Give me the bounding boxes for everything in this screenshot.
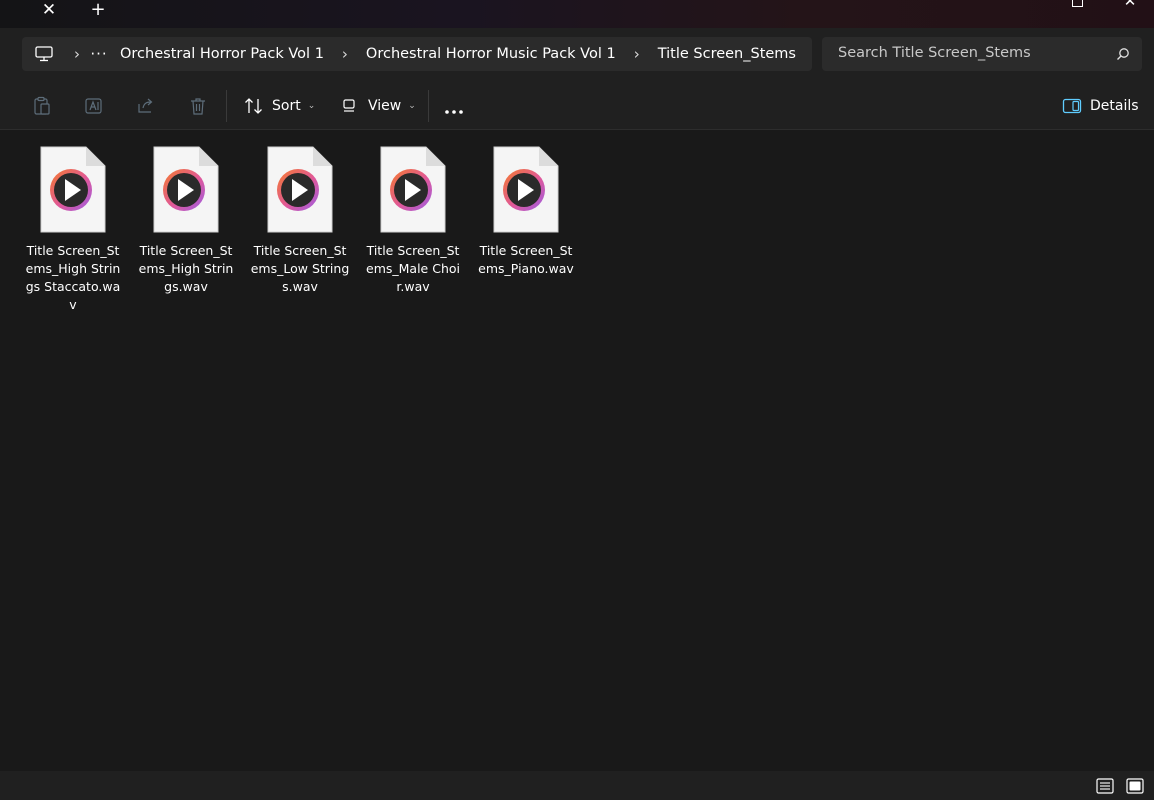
toolbar-divider bbox=[226, 90, 227, 122]
file-name: Title Screen_Stems_Male Choir.wav bbox=[366, 243, 460, 294]
file-name: Title Screen_Stems_High Strings Staccato… bbox=[25, 243, 121, 312]
search-input[interactable]: Search Title Screen_Stems bbox=[838, 45, 1031, 61]
file-name: Title Screen_Stems_High Strings.wav bbox=[138, 243, 234, 294]
window-close-button[interactable]: ✕ bbox=[1120, 0, 1140, 10]
close-icon: ✕ bbox=[41, 0, 57, 20]
more-icon[interactable] bbox=[444, 100, 464, 119]
audio-file-icon bbox=[38, 146, 108, 234]
breadcrumb-item-current[interactable]: Title Screen_Stems bbox=[648, 46, 806, 62]
breadcrumb-item[interactable]: Orchestral Horror Music Pack Vol 1 bbox=[356, 46, 626, 62]
details-view-icon[interactable] bbox=[1096, 778, 1114, 798]
title-bar: ✕ + ✕ bbox=[0, 0, 1154, 28]
delete-icon[interactable] bbox=[188, 96, 208, 116]
file-item[interactable]: Title Screen_Stems_Piano.wav bbox=[476, 146, 576, 278]
file-item[interactable]: Title Screen_Stems_High Strings Staccato… bbox=[23, 146, 123, 314]
this-pc-button[interactable] bbox=[22, 46, 66, 62]
file-name: Title Screen_Stems_Low Strings.wav bbox=[250, 243, 350, 294]
breadcrumb-separator[interactable]: › bbox=[334, 45, 356, 63]
search-box[interactable]: Search Title Screen_Stems bbox=[822, 37, 1142, 71]
audio-file-icon bbox=[378, 146, 448, 234]
maximize-button[interactable] bbox=[1072, 0, 1083, 7]
chevron-down-icon: ⌄ bbox=[307, 101, 316, 111]
file-name: Title Screen_Stems_Piano.wav bbox=[478, 243, 574, 276]
breadcrumb-item[interactable]: Orchestral Horror Pack Vol 1 bbox=[110, 46, 334, 62]
view-button[interactable]: View ⌄ bbox=[342, 94, 416, 118]
chevron-down-icon: ⌄ bbox=[408, 101, 416, 111]
rename-icon[interactable] bbox=[84, 96, 104, 116]
sort-button[interactable]: Sort ⌄ bbox=[244, 94, 315, 118]
close-icon: ✕ bbox=[1123, 0, 1137, 10]
status-bar bbox=[0, 771, 1154, 800]
new-tab-button[interactable]: + bbox=[85, 0, 111, 22]
audio-file-icon bbox=[265, 146, 335, 234]
view-label: View bbox=[368, 98, 402, 114]
share-icon[interactable] bbox=[136, 96, 156, 116]
details-button[interactable]: Details bbox=[1062, 94, 1139, 118]
file-item[interactable]: Title Screen_Stems_Low Strings.wav bbox=[250, 146, 350, 296]
sort-label: Sort bbox=[272, 98, 301, 114]
details-label: Details bbox=[1090, 98, 1139, 114]
toolbar-divider bbox=[428, 90, 429, 122]
details-pane-icon bbox=[1062, 98, 1082, 114]
address-row: › ··· Orchestral Horror Pack Vol 1 › Orc… bbox=[0, 28, 1154, 80]
command-bar: Sort ⌄ View ⌄ Details bbox=[0, 80, 1154, 130]
monitor-icon bbox=[35, 46, 53, 62]
audio-file-icon bbox=[491, 146, 561, 234]
tab-close-button[interactable]: ✕ bbox=[36, 0, 62, 22]
breadcrumb[interactable]: › ··· Orchestral Horror Pack Vol 1 › Orc… bbox=[22, 37, 812, 71]
search-icon[interactable] bbox=[1116, 46, 1130, 65]
large-icons-view-icon[interactable] bbox=[1126, 778, 1144, 798]
plus-icon: + bbox=[90, 0, 106, 20]
clipboard-icon[interactable] bbox=[32, 96, 52, 116]
breadcrumb-more-button[interactable]: ··· bbox=[88, 45, 110, 63]
breadcrumb-separator[interactable]: › bbox=[66, 45, 88, 63]
file-item[interactable]: Title Screen_Stems_High Strings.wav bbox=[136, 146, 236, 296]
view-icon bbox=[343, 99, 355, 112]
audio-file-icon bbox=[151, 146, 221, 234]
file-item[interactable]: Title Screen_Stems_Male Choir.wav bbox=[363, 146, 463, 296]
file-list: Title Screen_Stems_High Strings Staccato… bbox=[4, 131, 1150, 771]
breadcrumb-separator[interactable]: › bbox=[626, 45, 648, 63]
sort-icon bbox=[245, 98, 262, 114]
